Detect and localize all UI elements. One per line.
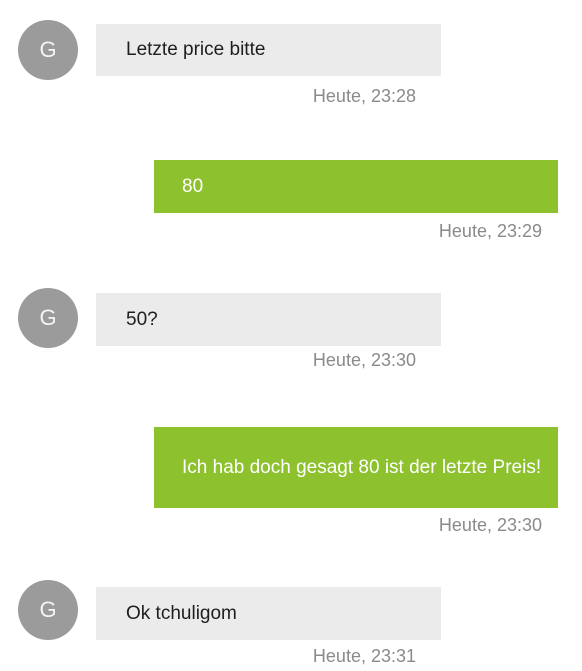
message-bubble-outgoing[interactable]: 80 bbox=[154, 160, 558, 213]
message-bubble-incoming[interactable]: Ok tchuligom bbox=[96, 587, 441, 640]
avatar-initial: G bbox=[39, 37, 57, 62]
avatar-initial: G bbox=[39, 305, 57, 330]
message-timestamp: Heute, 23:31 bbox=[312, 646, 416, 666]
avatar[interactable]: G bbox=[18, 20, 78, 80]
message-bubble-outgoing[interactable]: Ich hab doch gesagt 80 ist der letzte Pr… bbox=[154, 427, 558, 508]
avatar-initial: G bbox=[39, 597, 57, 622]
message-timestamp: Heute, 23:28 bbox=[312, 86, 416, 106]
message-bubble-incoming[interactable]: 50? bbox=[96, 293, 441, 346]
message-timestamp: Heute, 23:29 bbox=[438, 221, 542, 241]
avatar[interactable]: G bbox=[18, 288, 78, 348]
chat-thread: G Letzte price bitte Heute, 23:28 80 Heu… bbox=[0, 0, 582, 671]
avatar[interactable]: G bbox=[18, 580, 78, 640]
message-text: Ok tchuligom bbox=[126, 602, 237, 624]
message-timestamp: Heute, 23:30 bbox=[312, 350, 416, 370]
message-text: Ich hab doch gesagt 80 ist der letzte Pr… bbox=[182, 456, 542, 478]
message-text: Letzte price bitte bbox=[126, 39, 266, 60]
message-timestamp: Heute, 23:30 bbox=[438, 515, 542, 535]
message-text: 80 bbox=[182, 175, 204, 197]
message-text: 50? bbox=[126, 308, 158, 330]
message-bubble-incoming[interactable]: Letzte price bitte bbox=[96, 24, 441, 76]
